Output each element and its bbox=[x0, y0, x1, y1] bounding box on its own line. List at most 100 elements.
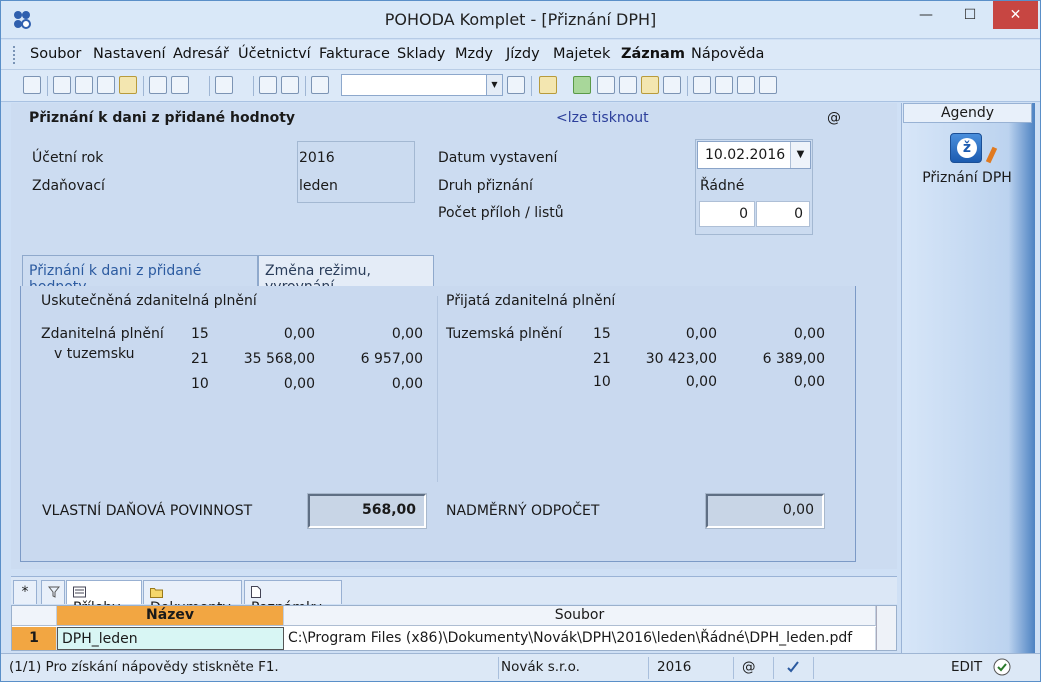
datum-vystaveni-input[interactable]: 10.02.2016 ▼ bbox=[697, 141, 811, 169]
tab-poznamky[interactable]: Poznámky bbox=[244, 580, 342, 616]
page-title: Přiznání k dani z přidané hodnoty bbox=[29, 110, 296, 126]
calculator-icon[interactable] bbox=[597, 76, 615, 94]
tools-icon[interactable] bbox=[759, 76, 777, 94]
left-tax-15: 0,00 bbox=[391, 326, 423, 342]
save-icon[interactable] bbox=[259, 76, 277, 94]
druh-label: Druh přiznání bbox=[438, 178, 533, 194]
right-heading: Přijatá zdanitelná plnění bbox=[446, 293, 616, 309]
sidebar-heading: Agendy bbox=[903, 103, 1032, 123]
title-bar: POHODA Komplet - [Přiznání DPH] — ☐ ✕ bbox=[1, 1, 1040, 39]
menu-nastaveni[interactable]: Nastavení bbox=[93, 46, 166, 62]
druh-value: Řádné bbox=[700, 178, 745, 194]
tab-all-star[interactable]: * bbox=[13, 580, 37, 604]
column-header-soubor[interactable]: Soubor bbox=[284, 606, 876, 626]
left-rate-10: 10 bbox=[191, 376, 209, 392]
tab-dokumenty[interactable]: Dokumenty bbox=[143, 580, 242, 616]
money-icon[interactable] bbox=[573, 76, 591, 94]
toolbar: ▼ bbox=[1, 70, 1040, 102]
edit-dropdown-icon[interactable] bbox=[171, 76, 189, 94]
menu-ucetnictvi[interactable]: Účetnictví bbox=[238, 46, 311, 62]
cell-nazev[interactable]: DPH_leden bbox=[57, 627, 284, 650]
menu-fakturace[interactable]: Fakturace bbox=[319, 46, 390, 62]
toolbar-separator bbox=[209, 76, 210, 96]
menu-bar: Soubor Nastavení Adresář Účetnictví Fakt… bbox=[1, 40, 1040, 70]
status-check-icon bbox=[774, 657, 814, 679]
print-icon[interactable] bbox=[75, 76, 93, 94]
menu-soubor[interactable]: Soubor bbox=[30, 46, 81, 62]
left-tax-21: 6 957,00 bbox=[360, 351, 423, 367]
list-icon[interactable] bbox=[715, 76, 733, 94]
status-email-at-icon[interactable]: @ bbox=[734, 657, 774, 679]
filter-icon[interactable] bbox=[41, 580, 65, 604]
tab-panel: Uskutečněná zdanitelná plnění Zdanitelná… bbox=[20, 286, 856, 562]
toolbar-separator bbox=[143, 76, 144, 96]
zdanovaci-value: leden bbox=[299, 178, 338, 194]
status-year: 2016 bbox=[649, 657, 734, 679]
print-setup-icon[interactable] bbox=[97, 76, 115, 94]
sidebar-item-priznani-dph[interactable]: Přiznání DPH bbox=[902, 170, 1032, 186]
chevron-down-icon[interactable]: ▼ bbox=[486, 75, 502, 95]
toolbar-separator bbox=[47, 76, 48, 96]
menu-zaznam[interactable]: Záznam bbox=[621, 46, 685, 62]
left-tax-10: 0,00 bbox=[391, 376, 423, 392]
tab-prilohy[interactable]: Přílohy bbox=[66, 580, 142, 616]
minimize-button[interactable]: — bbox=[905, 1, 947, 29]
attachment-list-icon bbox=[73, 586, 86, 598]
left-row-label-1: Zdanitelná plnění bbox=[41, 326, 164, 342]
menu-napoveda[interactable]: Nápověda bbox=[691, 46, 764, 62]
tab-zmena-rezimu[interactable]: Změna režimu, vyrovnání bbox=[258, 255, 434, 295]
cell-soubor[interactable]: C:\Program Files (x86)\Dokumenty\Novák\D… bbox=[284, 627, 876, 650]
ucetni-rok-label: Účetní rok bbox=[32, 150, 104, 166]
new-record-icon[interactable] bbox=[149, 76, 167, 94]
status-bar: (1/1) Pro získání nápovědy stiskněte F1.… bbox=[1, 653, 1040, 681]
pocet-listu-input[interactable]: 0 bbox=[756, 201, 810, 227]
right-tax-15: 0,00 bbox=[793, 326, 825, 342]
menu-majetek[interactable]: Majetek bbox=[553, 46, 610, 62]
iban-icon[interactable] bbox=[663, 76, 681, 94]
row-number[interactable]: 1 bbox=[12, 627, 57, 650]
chevron-down-icon[interactable]: ▼ bbox=[790, 142, 810, 168]
menu-sklady[interactable]: Sklady bbox=[397, 46, 445, 62]
right-row-label: Tuzemská plnění bbox=[446, 326, 563, 342]
menu-adresar[interactable]: Adresář bbox=[173, 46, 229, 62]
pocet-priloh-input[interactable]: 0 bbox=[699, 201, 755, 227]
email-at-icon[interactable]: @ bbox=[827, 110, 841, 126]
toolbar-separator bbox=[253, 76, 254, 96]
copy-icon[interactable] bbox=[311, 76, 329, 94]
menu-jizdy[interactable]: Jízdy bbox=[506, 46, 540, 62]
right-base-10: 0,00 bbox=[685, 374, 717, 390]
notes-icon[interactable] bbox=[737, 76, 755, 94]
nadmerny-odpocet-value: 0,00 bbox=[705, 493, 825, 529]
menu-mzdy[interactable]: Mzdy bbox=[455, 46, 493, 62]
print-preview-icon[interactable] bbox=[53, 76, 71, 94]
nadmerny-odpocet-label: NADMĚRNÝ ODPOČET bbox=[446, 503, 600, 519]
lower-tab-bar: * Přílohy Dokumenty Poznámky bbox=[11, 576, 897, 616]
quick-search-combo[interactable]: ▼ bbox=[341, 74, 503, 96]
left-rate-15: 15 bbox=[191, 326, 209, 342]
vat-return-icon[interactable]: ž bbox=[950, 133, 982, 163]
print-status-link[interactable]: <lze tisknout bbox=[556, 110, 649, 126]
right-rate-10: 10 bbox=[593, 374, 611, 390]
right-tax-10: 0,00 bbox=[793, 374, 825, 390]
filter-icon[interactable] bbox=[507, 76, 525, 94]
right-tax-21: 6 389,00 bbox=[762, 351, 825, 367]
folder-icon[interactable] bbox=[539, 76, 557, 94]
datum-label: Datum vystavení bbox=[438, 150, 558, 166]
tab-priznani[interactable]: Přiznání k dani z přidané hodnoty bbox=[22, 255, 258, 295]
menu-grip[interactable] bbox=[13, 46, 17, 64]
message-icon[interactable] bbox=[693, 76, 711, 94]
row-number-header bbox=[12, 606, 57, 626]
datum-value: 10.02.2016 bbox=[705, 147, 786, 163]
left-base-10: 0,00 bbox=[283, 376, 315, 392]
vertical-scrollbar[interactable] bbox=[876, 606, 896, 650]
column-header-nazev[interactable]: Název bbox=[57, 606, 284, 626]
zdanovaci-label: Zdaňovací bbox=[32, 178, 105, 194]
maximize-button[interactable]: ☐ bbox=[949, 1, 991, 29]
exit-agenda-icon[interactable] bbox=[23, 76, 41, 94]
coins-icon[interactable] bbox=[641, 76, 659, 94]
close-button[interactable]: ✕ bbox=[993, 1, 1038, 29]
export-icon[interactable] bbox=[119, 76, 137, 94]
save-all-icon[interactable] bbox=[281, 76, 299, 94]
back-arrow-icon[interactable] bbox=[215, 76, 233, 94]
calendar-icon[interactable] bbox=[619, 76, 637, 94]
